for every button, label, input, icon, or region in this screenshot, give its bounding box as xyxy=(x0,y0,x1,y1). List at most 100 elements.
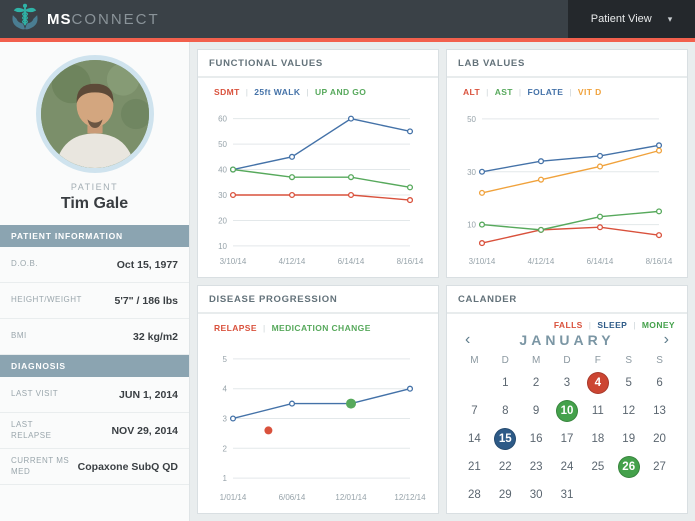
calendar-day[interactable]: 24 xyxy=(556,456,578,478)
calendar-day[interactable]: 3 xyxy=(556,372,578,394)
calendar-day-money[interactable]: 10 xyxy=(555,400,578,422)
brand-light: CONNECT xyxy=(71,10,160,28)
legend-item[interactable]: FOLATE xyxy=(528,87,564,97)
calendar-day[interactable]: 29 xyxy=(494,484,516,506)
weekday-label: M xyxy=(531,355,541,366)
calendar-day[interactable]: 16 xyxy=(525,428,547,450)
legend-item[interactable]: SLEEP xyxy=(597,320,627,330)
patient-avatar xyxy=(35,55,154,173)
day-cell: 21 xyxy=(459,455,490,479)
calendar-day[interactable]: 31 xyxy=(556,484,578,506)
svg-text:20: 20 xyxy=(218,216,227,225)
row-value: NOV 29, 2014 xyxy=(111,424,178,437)
legend-item[interactable]: 25ft WALK xyxy=(254,87,300,97)
patient-view-dropdown[interactable]: Patient View ▾ xyxy=(568,0,695,38)
row-bmi: BMI 32 kg/m2 xyxy=(0,319,189,355)
row-height-weight: HEIGHT/WEIGHT 5'7" / 186 lbs xyxy=(0,283,189,319)
svg-text:30: 30 xyxy=(467,168,476,177)
svg-text:12/12/14: 12/12/14 xyxy=(394,493,426,502)
day-cell: 26 xyxy=(613,455,644,479)
calendar-month-title: JANUARY xyxy=(519,332,615,348)
panel-body: ALT | AST | FOLATE | VIT D 10 30 50 3/10/14 4/12/1… xyxy=(447,78,687,277)
calendar-day[interactable]: 25 xyxy=(587,456,609,478)
svg-text:8/16/14: 8/16/14 xyxy=(646,257,673,266)
day-cell: 13 xyxy=(644,399,675,423)
calendar-day[interactable]: 7 xyxy=(463,400,485,422)
calendar-day[interactable]: 23 xyxy=(525,456,547,478)
calendar-day[interactable]: 20 xyxy=(649,428,671,450)
weekday-label: F xyxy=(594,355,601,366)
calendar-day[interactable]: 18 xyxy=(587,428,609,450)
day-cell: 19 xyxy=(613,427,644,451)
calendar-day[interactable]: 2 xyxy=(525,372,547,394)
panel-title: DISEASE PROGRESSION xyxy=(198,286,438,314)
calendar-prev-button[interactable]: ‹ xyxy=(461,332,474,348)
functional-values-chart: 10 20 30 40 50 60 3/10/14 4/12/14 6/14/14 8/16/14 xyxy=(218,115,424,266)
row-label: CURRENT MS MED xyxy=(11,455,70,476)
svg-text:1: 1 xyxy=(223,474,228,483)
calendar-day-sleep[interactable]: 15 xyxy=(494,428,517,450)
svg-text:4: 4 xyxy=(223,385,228,394)
calendar-day[interactable]: 8 xyxy=(494,400,516,422)
panel-title: FUNCTIONAL VALUES xyxy=(198,50,438,78)
svg-text:6/14/14: 6/14/14 xyxy=(338,257,365,266)
legend-item[interactable]: MONEY xyxy=(642,320,675,330)
calendar-day[interactable]: 1 xyxy=(494,372,516,394)
legend-item[interactable]: AST xyxy=(495,87,513,97)
row-value: 32 kg/m2 xyxy=(133,330,178,343)
calendar-day[interactable]: 22 xyxy=(494,456,516,478)
row-label: LAST RELAPSE xyxy=(11,419,52,440)
legend-item[interactable]: SDMT xyxy=(214,87,240,97)
row-label: BMI xyxy=(11,331,27,341)
calendar-day[interactable]: 11 xyxy=(587,400,609,422)
svg-text:50: 50 xyxy=(218,140,227,149)
calendar-next-button[interactable]: › xyxy=(660,332,673,348)
panel-title: LAB VALUES xyxy=(447,50,687,78)
calendar-day[interactable]: 5 xyxy=(618,372,640,394)
day-cell: 28 xyxy=(459,483,490,507)
day-cell: 8 xyxy=(490,399,521,423)
calendar-day[interactable]: 21 xyxy=(463,456,485,478)
day-cell: 6 xyxy=(644,371,675,395)
row-label: D.O.B. xyxy=(11,259,39,269)
calendar-day[interactable]: 19 xyxy=(618,428,640,450)
svg-text:12/01/14: 12/01/14 xyxy=(335,493,367,502)
legend-item[interactable]: RELAPSE xyxy=(214,323,257,333)
calendar-day-money[interactable]: 26 xyxy=(617,456,640,478)
calendar-weekdays: MDMDFSS xyxy=(447,352,687,371)
legend-item[interactable]: MEDICATION CHANGE xyxy=(272,323,371,333)
calendar-day[interactable]: 6 xyxy=(649,372,671,394)
legend-item[interactable]: ALT xyxy=(463,87,480,97)
calendar-day[interactable]: 14 xyxy=(463,428,485,450)
legend-item[interactable]: VIT D xyxy=(578,87,602,97)
legend-separator: | xyxy=(245,87,249,97)
calendar-day-falls[interactable]: 4 xyxy=(586,372,609,394)
calendar-day[interactable]: 28 xyxy=(463,484,485,506)
calendar-day[interactable]: 30 xyxy=(525,484,547,506)
calendar-day[interactable]: 9 xyxy=(525,400,547,422)
legend-item[interactable]: UP AND GO xyxy=(315,87,366,97)
legend-separator: | xyxy=(569,87,572,97)
legend-item[interactable]: FALLS xyxy=(554,320,583,330)
calendar-day[interactable]: 27 xyxy=(649,456,671,478)
svg-text:10: 10 xyxy=(467,221,476,230)
ms-connect-app: M S CONNECT Patient View ▾ PATIENT Tim Gal… xyxy=(0,0,695,521)
empty-day-cell xyxy=(459,371,490,395)
calendar-day[interactable]: 12 xyxy=(618,400,640,422)
day-cell: 2 xyxy=(521,371,552,395)
calendar-day[interactable]: 13 xyxy=(649,400,671,422)
row-dob: D.O.B. Oct 15, 1977 xyxy=(0,247,189,283)
row-label: HEIGHT/WEIGHT xyxy=(11,295,82,305)
chevron-down-icon: ▾ xyxy=(667,13,673,24)
calendar-grid: 1 2 3 4 5 6 7 8 9 10 11 12 13 14 15 16 17 18 19 20 21 22 23 24 2… xyxy=(447,371,687,507)
day-cell: 29 xyxy=(490,483,521,507)
svg-text:6/14/14: 6/14/14 xyxy=(587,257,614,266)
svg-text:30: 30 xyxy=(218,191,227,200)
lab-values-legend: ALT | AST | FOLATE | VIT D xyxy=(456,82,678,99)
weekday-label: S xyxy=(656,355,663,366)
legend-separator: | xyxy=(262,323,266,333)
legend-separator: | xyxy=(588,320,592,330)
disease-progression-legend: RELAPSE | MEDICATION CHANGE xyxy=(207,318,429,335)
svg-text:3/10/14: 3/10/14 xyxy=(469,257,496,266)
calendar-day[interactable]: 17 xyxy=(556,428,578,450)
